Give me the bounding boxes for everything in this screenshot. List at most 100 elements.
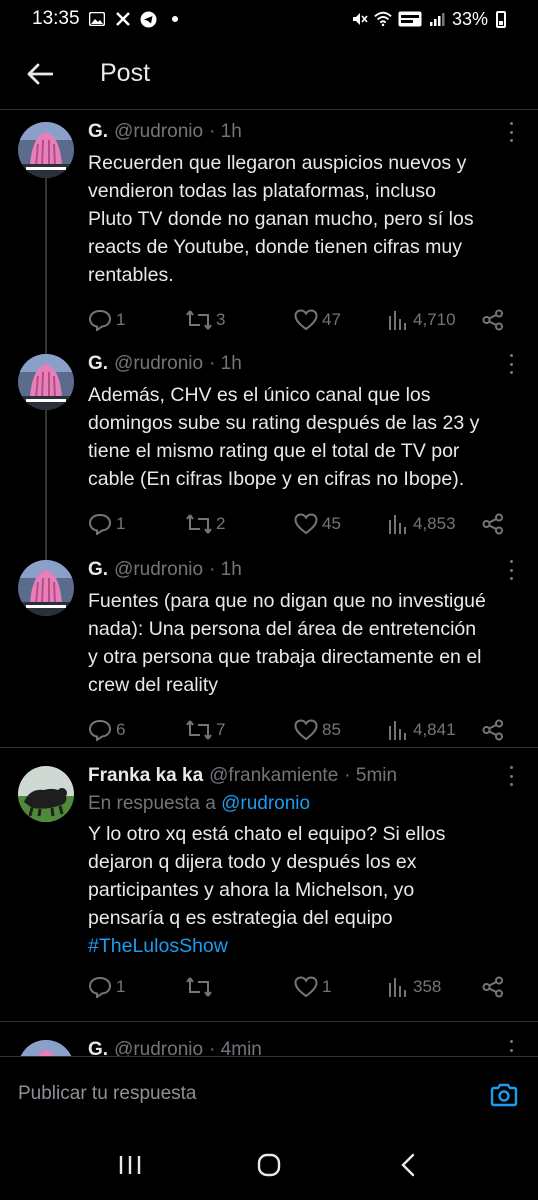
share-button[interactable] (482, 513, 504, 535)
home-button[interactable] (239, 1140, 299, 1190)
reply-button[interactable]: 1 (88, 976, 186, 998)
views-button[interactable]: 4,841 (387, 720, 482, 740)
like-count: 1 (322, 977, 332, 996)
bar-chart-icon (389, 311, 406, 330)
reply-count: 6 (116, 720, 126, 739)
repost-arrows-icon (186, 514, 212, 534)
reply-count: 1 (116, 977, 126, 996)
reply-input[interactable]: Publicar tu respuesta (18, 1083, 197, 1105)
text-line: reacts de Youtube, donde tienen cifras m… (88, 236, 463, 258)
tweet-time[interactable]: · 1h (209, 121, 242, 143)
tweet-text: Además, CHV es el único canal que los do… (88, 381, 520, 493)
share-icon (482, 309, 503, 331)
tweet-time[interactable]: · 1h (209, 353, 242, 375)
hashtag-link[interactable]: #TheLulosShow (88, 932, 520, 960)
user-handle[interactable]: @rudronio (114, 559, 203, 581)
view-count: 4,710 (413, 310, 456, 329)
repost-button[interactable]: 7 (186, 720, 294, 740)
tweet-text: Fuentes (para que no digan que no invest… (88, 587, 520, 699)
text-line: vendieron todas las plataformas, incluso (88, 180, 436, 202)
back-nav-button[interactable] (378, 1140, 438, 1190)
views-button[interactable]: 4,853 (387, 514, 482, 534)
text-line: dejaron q dijera todo y después los ex (88, 851, 417, 873)
like-button[interactable]: 45 (294, 513, 387, 535)
tweet[interactable]: G. @rudronio · 1h Fuentes (para que no d… (0, 548, 538, 748)
heart-icon (294, 719, 318, 741)
thread-feed[interactable]: G. @rudronio · 1h Recuerden que llegaron… (0, 110, 538, 1056)
repost-button[interactable]: 3 (186, 310, 294, 330)
x-notification-icon (114, 10, 132, 28)
reply-composer[interactable]: Publicar tu respuesta (0, 1056, 538, 1130)
view-count: 4,841 (413, 720, 456, 739)
text-line: y otra persona que trabaja directamente … (88, 646, 482, 668)
speech-bubble-icon (88, 513, 112, 535)
share-button[interactable] (482, 719, 504, 741)
like-button[interactable]: 47 (294, 309, 387, 331)
tweet-time[interactable]: · 1h (209, 559, 242, 581)
like-count: 45 (322, 514, 341, 533)
camera-button[interactable] (490, 1083, 518, 1107)
repost-count: 2 (216, 514, 226, 533)
speech-bubble-icon (88, 309, 112, 331)
avatar[interactable] (18, 766, 74, 822)
heart-icon (294, 976, 318, 998)
avatar[interactable] (18, 354, 74, 410)
more-options-button[interactable] (506, 354, 516, 374)
tweet-actions: 6 7 85 4,841 (88, 715, 520, 745)
more-options-button[interactable] (506, 560, 516, 580)
recent-apps-icon (119, 1156, 140, 1174)
speech-bubble-icon (88, 976, 112, 998)
user-handle[interactable]: @rudronio (114, 121, 203, 143)
more-options-button[interactable] (506, 766, 516, 786)
tweet[interactable]: G. @rudronio · 4min (0, 1022, 538, 1056)
tweet-time[interactable]: · 5min (344, 765, 397, 787)
heart-icon (294, 513, 318, 535)
recent-apps-button[interactable] (100, 1140, 160, 1190)
battery-percentage: 33% (451, 8, 488, 29)
user-handle[interactable]: @rudronio (114, 353, 203, 375)
like-button[interactable]: 85 (294, 719, 387, 741)
tweet[interactable]: G. @rudronio · 1h Además, CHV es el únic… (0, 342, 538, 548)
repost-button[interactable]: 2 (186, 514, 294, 534)
text-line: Y lo otro xq está chato el equipo? Si el… (88, 823, 446, 845)
wifi-icon (374, 10, 392, 28)
share-button[interactable] (482, 309, 504, 331)
avatar[interactable] (18, 1040, 74, 1056)
reply-button[interactable]: 1 (88, 309, 186, 331)
text-line: Fuentes (para que no digan que no invest… (88, 590, 486, 612)
repost-arrows-icon (186, 310, 212, 330)
tweet-text: Recuerden que llegaron auspicios nuevos … (88, 149, 520, 289)
tweet[interactable]: G. @rudronio · 1h Recuerden que llegaron… (0, 110, 538, 342)
display-name[interactable]: G. (88, 353, 108, 375)
status-bar: 13:35 33% (0, 0, 538, 38)
display-name[interactable]: G. (88, 559, 108, 581)
share-button[interactable] (482, 976, 504, 998)
heart-icon (294, 309, 318, 331)
reply-to-handle-link[interactable]: @rudronio (221, 793, 310, 814)
reply-tweet[interactable]: Franka ka ka @frankamiente · 5min En res… (0, 748, 538, 1022)
like-button[interactable]: 1 (294, 976, 387, 998)
reply-context: En respuesta a @rudronio (88, 790, 520, 818)
status-time: 13:35 (32, 8, 80, 29)
text-line: Además, CHV es el único canal que los (88, 384, 431, 406)
display-name[interactable]: G. (88, 121, 108, 143)
reply-button[interactable]: 6 (88, 719, 186, 741)
views-button[interactable]: 358 (387, 977, 482, 997)
avatar[interactable] (18, 560, 74, 616)
user-handle[interactable]: @frankamiente (209, 765, 338, 787)
more-options-button[interactable] (506, 122, 516, 142)
repost-arrows-icon (186, 977, 212, 997)
avatar[interactable] (18, 122, 74, 178)
display-name[interactable]: G. (88, 1039, 108, 1056)
repost-button[interactable] (186, 977, 294, 997)
back-button[interactable] (0, 38, 80, 110)
views-button[interactable]: 4,710 (387, 310, 482, 330)
thread-line (45, 548, 47, 560)
text-line: pensaría q es estrategia del equipo (88, 907, 393, 929)
user-handle[interactable]: @rudronio (114, 1039, 203, 1056)
more-options-button[interactable] (506, 1040, 516, 1056)
display-name[interactable]: Franka ka ka (88, 765, 203, 787)
reply-button[interactable]: 1 (88, 513, 186, 535)
like-count: 47 (322, 310, 341, 329)
tweet-time[interactable]: · 4min (209, 1039, 262, 1056)
